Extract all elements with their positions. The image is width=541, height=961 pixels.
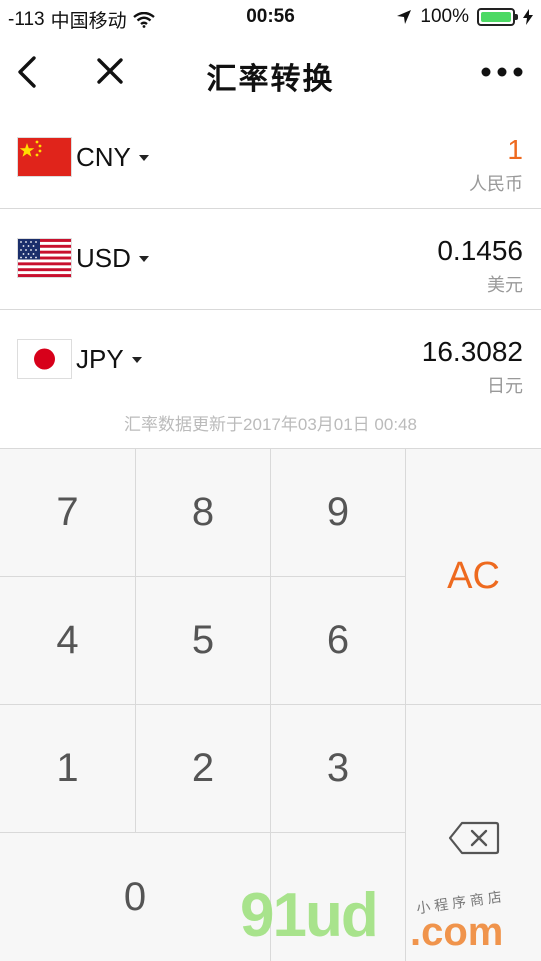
- key-3[interactable]: 3: [271, 705, 406, 833]
- keypad: 7 8 9 4 5 6 1 2 3 0 AC: [0, 448, 541, 961]
- backspace-icon: [448, 821, 499, 855]
- currency-selector[interactable]: CNY: [76, 142, 149, 173]
- key-1[interactable]: 1: [0, 705, 136, 833]
- location-arrow-icon: [397, 10, 412, 24]
- battery-icon: [477, 8, 518, 26]
- currency-amount: 0.1456: [437, 235, 523, 266]
- key-7[interactable]: 7: [0, 449, 136, 577]
- currency-code: CNY: [76, 142, 131, 172]
- key-8[interactable]: 8: [136, 449, 271, 577]
- currency-selector[interactable]: JPY: [76, 344, 142, 375]
- japan-flag-icon: [18, 340, 71, 378]
- battery-level-fill: [481, 12, 511, 22]
- page-title: 汇率转换: [206, 63, 335, 96]
- caret-down-icon: [138, 255, 149, 262]
- currency-amount: 1: [507, 134, 523, 165]
- currency-row-usd[interactable]: USD 0.1456 美元: [0, 209, 541, 310]
- rate-update-note: 汇率数据更新于2017年03月01日 00:48: [124, 415, 417, 434]
- charging-bolt-icon: [523, 9, 533, 25]
- key-9[interactable]: 9: [271, 449, 406, 577]
- currency-amount: 16.3082: [421, 336, 523, 367]
- china-flag-icon: [18, 138, 71, 176]
- battery-percent: 100%: [420, 6, 469, 27]
- currency-name: 美元: [487, 275, 523, 295]
- caret-down-icon: [131, 356, 142, 363]
- key-5[interactable]: 5: [136, 577, 271, 705]
- currency-name: 日元: [487, 376, 523, 396]
- currency-selector[interactable]: USD: [76, 243, 149, 274]
- key-4[interactable]: 4: [0, 577, 136, 705]
- status-right: 100%: [396, 6, 533, 28]
- more-dots-icon: [481, 67, 523, 77]
- caret-down-icon: [138, 154, 149, 161]
- backspace-button[interactable]: [406, 705, 541, 961]
- key-0[interactable]: 0: [0, 833, 271, 961]
- nav-bar: 汇率转换: [0, 36, 541, 108]
- currency-row-cny[interactable]: CNY 1 人民币: [0, 108, 541, 209]
- key-2[interactable]: 2: [136, 705, 271, 833]
- clear-button[interactable]: AC: [406, 449, 541, 705]
- currency-name: 人民币: [469, 174, 523, 194]
- status-bar: -113 中国移动 00:56 100%: [0, 0, 541, 36]
- currency-code: JPY: [76, 344, 124, 374]
- usa-flag-icon: [18, 239, 71, 277]
- key-blank: [271, 833, 406, 961]
- currency-row-jpy[interactable]: JPY 16.3082 日元: [0, 310, 541, 410]
- key-6[interactable]: 6: [271, 577, 406, 705]
- currency-code: USD: [76, 243, 131, 273]
- more-button[interactable]: [479, 52, 525, 92]
